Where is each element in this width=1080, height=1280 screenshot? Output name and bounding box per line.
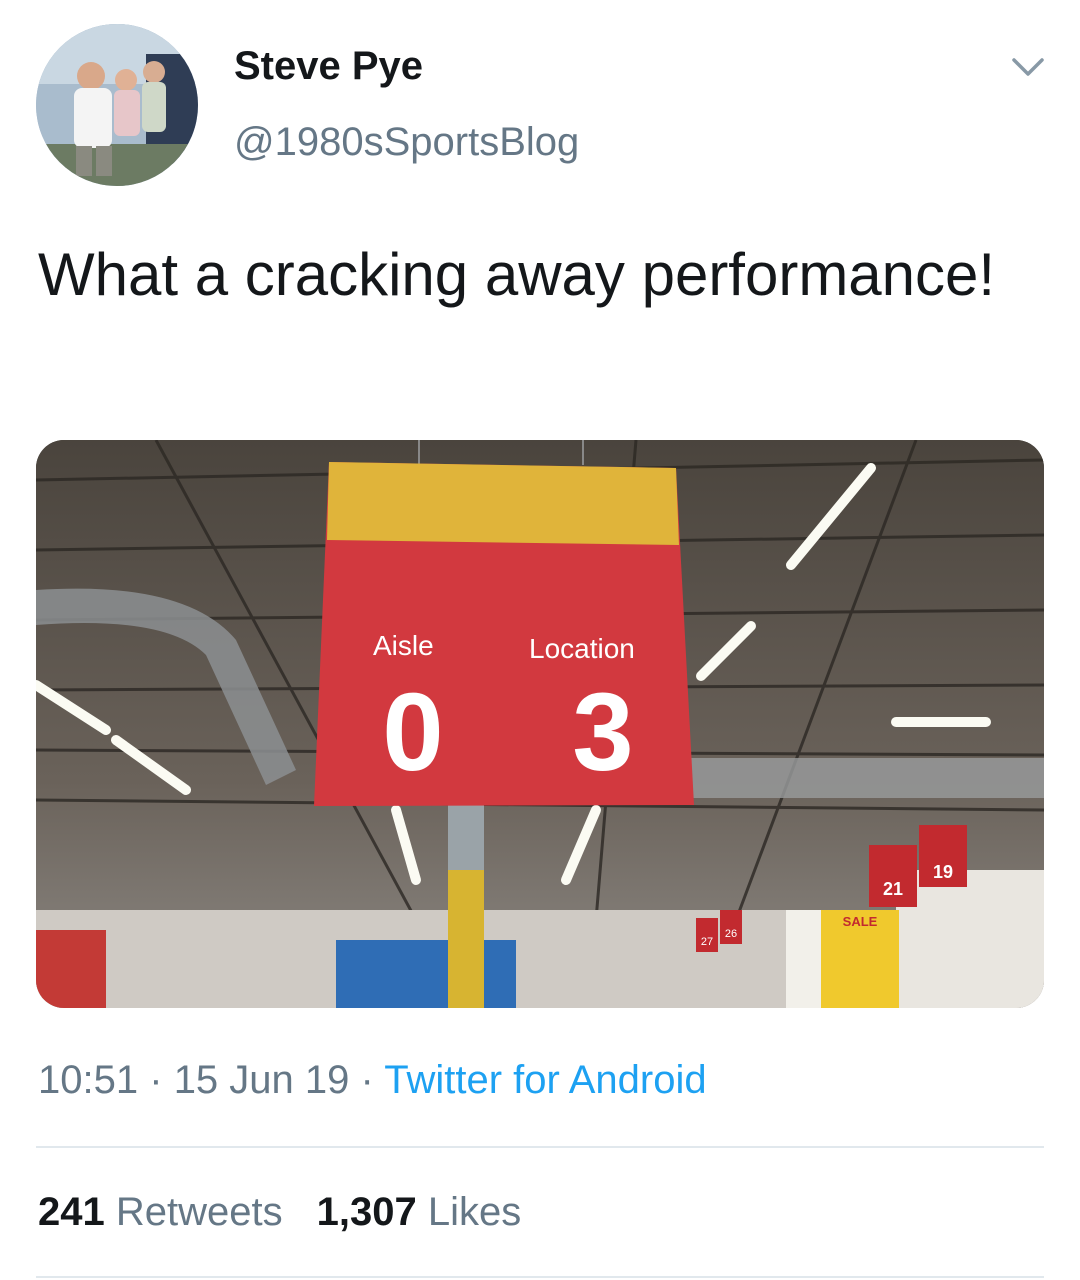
location-label: Location: [529, 633, 635, 664]
likes-label: Likes: [427, 1190, 522, 1234]
meta-separator: ·: [360, 1058, 374, 1102]
chevron-down-icon[interactable]: [1008, 52, 1048, 82]
small-sign-19-text: 19: [933, 862, 953, 882]
small-sign-26-text: 26: [725, 928, 737, 940]
small-sign-21-text: 21: [883, 879, 903, 899]
retweets-count: 241: [38, 1190, 105, 1234]
tweet-date: 15 Jun 19: [173, 1058, 350, 1102]
likes-count: 1,307: [316, 1190, 417, 1234]
tweet-meta: 10:51 · 15 Jun 19 · Twitter for Android: [38, 1058, 707, 1103]
author-name[interactable]: Steve Pye: [234, 44, 423, 89]
retweets-label: Retweets: [115, 1190, 283, 1234]
meta-separator: ·: [149, 1058, 163, 1102]
small-sign-19: 19: [919, 825, 967, 887]
aisle-location-sign: Aisle Location 0 3: [314, 440, 694, 806]
avatar[interactable]: [36, 24, 198, 186]
divider: [36, 1276, 1044, 1278]
small-sign-27-text: 27: [701, 936, 713, 948]
location-value: 3: [572, 671, 633, 794]
small-sign-27: 27: [696, 918, 718, 952]
tweet-text: What a cracking away performance!: [38, 241, 996, 308]
author-handle[interactable]: @1980sSportsBlog: [234, 120, 579, 165]
tweet-source-link[interactable]: Twitter for Android: [384, 1058, 706, 1102]
sale-sign: SALE: [821, 910, 899, 1008]
aisle-value: 0: [382, 671, 443, 794]
tweet-time: 10:51: [38, 1058, 139, 1102]
small-sign-26: 26: [720, 910, 742, 944]
likes-stat[interactable]: 1,307 Likes: [317, 1190, 522, 1234]
small-sign-21: 21: [869, 845, 917, 907]
sale-sign-text: SALE: [843, 914, 878, 929]
divider: [36, 1146, 1044, 1148]
aisle-label: Aisle: [373, 630, 434, 661]
tweet-photo[interactable]: 21 19 27 26 SALE Aisle Location 0 3: [36, 440, 1044, 1008]
retweets-stat[interactable]: 241 Retweets: [38, 1190, 283, 1234]
tweet-stats: 241 Retweets 1,307 Likes: [38, 1190, 555, 1235]
